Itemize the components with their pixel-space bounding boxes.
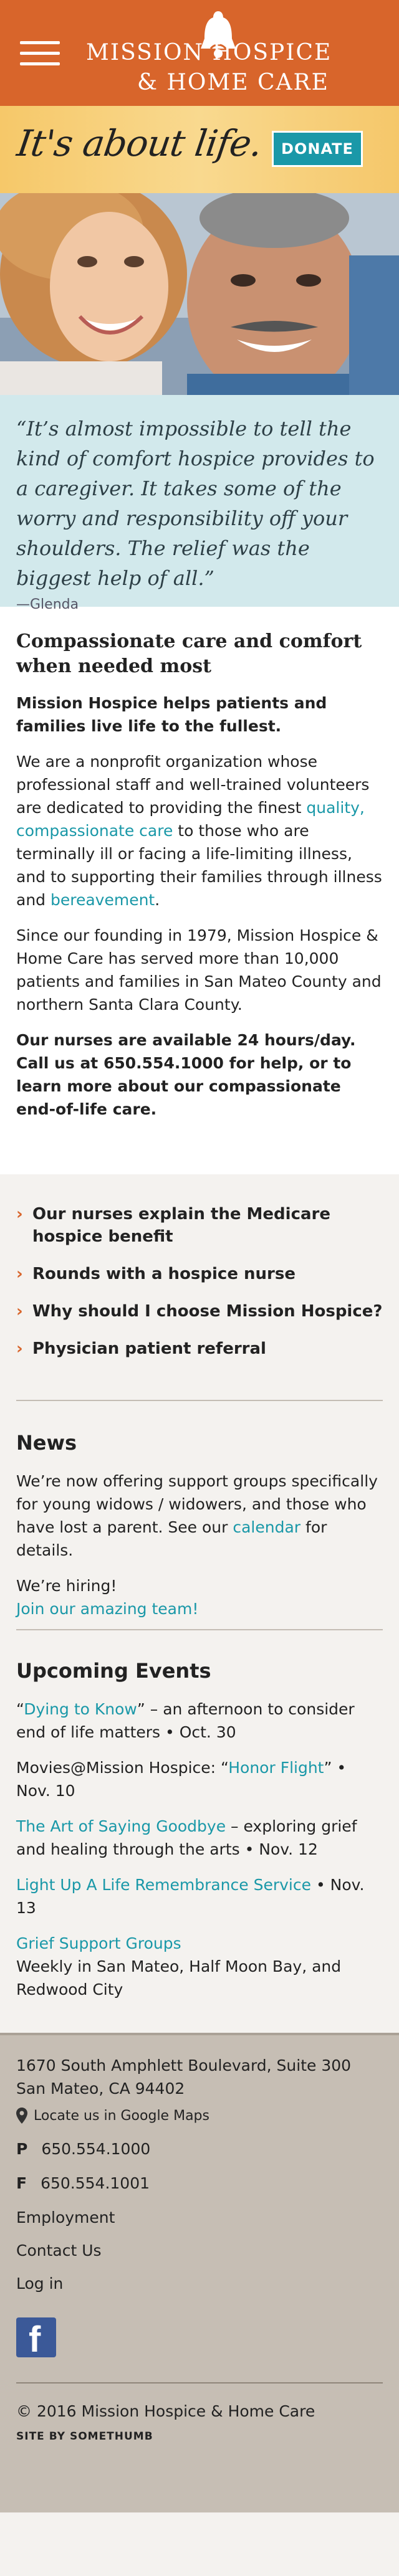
art-of-goodbye-link[interactable]: The Art of Saying Goodbye [16, 1817, 226, 1835]
history-paragraph: Since our founding in 1979, Mission Hosp… [16, 926, 382, 1014]
event-item: The Art of Saying Goodbye – exploring gr… [16, 1815, 383, 1861]
smiling-couple-image [0, 193, 399, 395]
address-line1: 1670 South Amphlett Boulevard, Suite 300 [16, 2056, 352, 2075]
google-maps-link[interactable]: Locate us in Google Maps [16, 2108, 383, 2124]
event-item: Light Up A Life Remembrance Service • No… [16, 1873, 383, 1919]
main-heading: Compassionate care and comfort when need… [16, 630, 362, 677]
fax-line: F 650.554.1001 [16, 2174, 383, 2192]
link-label: Our nurses explain the Medicare hospice … [32, 1205, 330, 1246]
link-label: Why should I choose Mission Hospice? [32, 1302, 383, 1321]
site-logo[interactable]: MISSION HOSPICE & HOME CARE [81, 7, 380, 101]
fax-number: 650.554.1001 [41, 2174, 150, 2192]
copyright-text: © 2016 Mission Hospice & Home Care [16, 2402, 315, 2420]
link-medicare-benefit[interactable]: › Our nurses explain the Medicare hospic… [16, 1203, 383, 1248]
events-title: Upcoming Events [16, 1659, 211, 1683]
event-item: Grief Support Groups Weekly in San Mateo,… [16, 1932, 383, 2001]
mission-text-3: . [155, 891, 160, 909]
intro-text: Mission Hospice helps patients and famil… [16, 694, 327, 735]
link-why-choose[interactable]: › Why should I choose Mission Hospice? [16, 1300, 383, 1323]
locate-label: Locate us in Google Maps [34, 2108, 209, 2124]
map-pin-icon [16, 2108, 27, 2124]
link-physician-referral[interactable]: › Physician patient referral [16, 1338, 383, 1360]
events-section: Upcoming Events “Dying to Know” – an aft… [0, 1630, 399, 2033]
hiring-text: We’re hiring! [16, 1577, 117, 1595]
link-label: Physician patient referral [32, 1339, 266, 1358]
donate-button[interactable]: DONATE [272, 131, 363, 167]
bereavement-link[interactable]: bereavement [50, 891, 155, 909]
main-content: Compassionate care and comfort when need… [0, 607, 399, 1174]
site-header: MISSION HOSPICE & HOME CARE [0, 0, 399, 106]
chevron-right-icon: › [16, 1339, 23, 1358]
chevron-right-icon: › [16, 1265, 23, 1283]
chevron-right-icon: › [16, 1205, 23, 1224]
news-title: News [16, 1431, 77, 1455]
tagline-text: It's about life. [14, 122, 265, 164]
facebook-icon[interactable]: f [16, 2317, 56, 2360]
link-rounds-nurse[interactable]: › Rounds with a hospice nurse [16, 1263, 383, 1285]
employment-link[interactable]: Employment [16, 2208, 383, 2227]
news-paragraph: We’re now offering support groups specif… [16, 1470, 383, 1562]
contact-us-link[interactable]: Contact Us [16, 2241, 383, 2260]
event-item: Movies@Mission Hospice: “Honor Flight” •… [16, 1756, 383, 1802]
hero-photo [0, 193, 399, 395]
hiring-paragraph: We’re hiring! Join our amazing team! [16, 1574, 383, 1620]
mission-paragraph: We are a nonprofit organization whose pr… [16, 750, 383, 911]
phone-label: P [16, 2140, 28, 2158]
chevron-right-icon: › [16, 1302, 23, 1321]
quote-text: “It’s almost impossible to tell the kind… [16, 417, 375, 590]
site-footer: 1670 South Amphlett Boulevard, Suite 300… [0, 2033, 399, 2512]
tagline-banner: It's about life. DONATE [0, 106, 399, 193]
honor-flight-link[interactable]: Honor Flight [228, 1759, 324, 1777]
event-item: “Dying to Know” – an afternoon to consid… [16, 1698, 383, 1744]
news-section: News We’re now offering support groups s… [0, 1401, 399, 1629]
event-text: Movies@Mission Hospice: “ [16, 1759, 229, 1777]
footer-divider [16, 2382, 383, 2384]
light-up-a-life-link[interactable]: Light Up A Life Remembrance Service [16, 1876, 311, 1894]
testimonial-quote: “It’s almost impossible to tell the kind… [0, 395, 399, 612]
intro-paragraph: Mission Hospice helps patients and famil… [16, 692, 383, 738]
fax-label: F [16, 2174, 27, 2192]
join-team-link[interactable]: Join our amazing team! [16, 1600, 198, 1618]
address-line2: San Mateo, CA 94402 [16, 2079, 185, 2098]
contact-paragraph: Our nurses are available 24 hours/day. C… [16, 1029, 383, 1121]
grief-support-link[interactable]: Grief Support Groups [16, 1934, 181, 1952]
event-text: Weekly in San Mateo, Half Moon Bay, and … [16, 1957, 342, 1999]
event-text: “ [16, 1700, 24, 1718]
logo-text-line1: MISSION HOSPICE [86, 40, 332, 65]
log-in-link[interactable]: Log in [16, 2274, 383, 2293]
contact-text: Our nurses are available 24 hours/day. C… [16, 1031, 356, 1118]
logo-text-line2: & HOME CARE [137, 70, 329, 95]
phone-number: 650.554.1000 [41, 2140, 151, 2158]
calendar-link[interactable]: calendar [233, 1518, 300, 1536]
site-credit-link[interactable]: SITE BY SOMETHUMB [16, 2430, 383, 2443]
link-label: Rounds with a hospice nurse [32, 1265, 296, 1283]
dying-to-know-link[interactable]: Dying to Know [24, 1700, 137, 1718]
menu-icon[interactable] [20, 41, 60, 66]
quick-links: › Our nurses explain the Medicare hospic… [0, 1174, 399, 1400]
facebook-glyph: f [29, 2319, 41, 2360]
phone-line[interactable]: P 650.554.1000 [16, 2140, 383, 2158]
